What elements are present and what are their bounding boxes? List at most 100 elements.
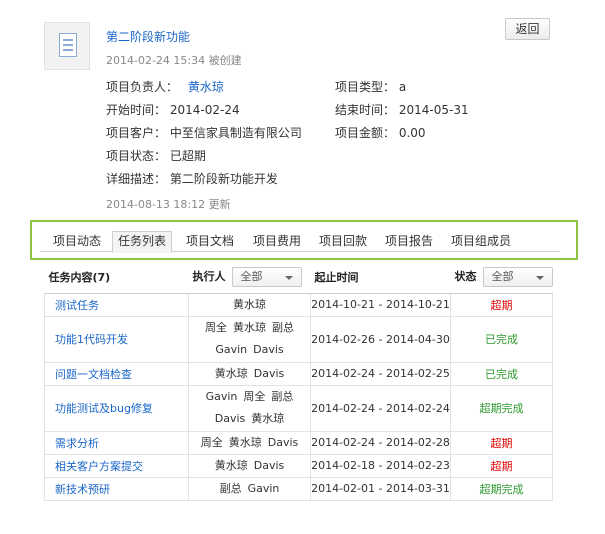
task-name-link[interactable]: 需求分析 (44, 430, 189, 455)
assignee-name: 黄水琼 (233, 321, 266, 334)
task-name-link[interactable]: 问题一文档检查 (44, 361, 189, 386)
assignee-name: 周全 (200, 435, 223, 449)
status-label: 项目状态： (106, 149, 167, 163)
end-value: 2014-05-31 (398, 103, 469, 117)
task-status: 超期 (450, 292, 553, 317)
assignee-name: Gavin (205, 390, 238, 403)
task-table: 任务内容(7) 执行人 全部 起止时间 状态 全部 测试任务 黄水琼 2014-10-2… (44, 261, 553, 501)
start-value: 2014-02-24 (169, 103, 240, 117)
tab-project-payments[interactable]: 项目回款 (314, 232, 372, 252)
document-icon (44, 22, 90, 70)
project-title[interactable]: 第二阶段新功能 (106, 28, 190, 45)
updated-time: 2014-08-13 18:12 更新 (106, 198, 231, 211)
assignee-line: 黄水琼 Davis (189, 455, 310, 477)
assignee-name: 副总 (219, 481, 242, 495)
client-value: 中至信家具制造有限公司 (169, 126, 302, 140)
assignee-name: 副总 (272, 321, 294, 334)
assignee-name: 黄水琼 (233, 297, 266, 311)
assignee-name: 黄水琼 (214, 458, 248, 472)
tab-project-docs[interactable]: 项目文档 (181, 232, 239, 252)
tab-strip: 项目动态 任务列表 项目文档 项目费用 项目回款 项目报告 项目组成员 (40, 230, 560, 253)
owner-row: 项目负责人： 黄水琼 (106, 78, 224, 94)
task-period: 2014-02-18 - 2014-02-23 (310, 453, 451, 478)
tab-project-activity[interactable]: 项目动态 (48, 232, 106, 252)
type-label: 项目类型： (335, 80, 396, 94)
task-period: 2014-02-24 - 2014-02-28 (310, 430, 451, 455)
assignee-name: Gavin (215, 343, 248, 356)
status-row: 项目状态： 已超期 (106, 147, 206, 163)
assignee-line: Gavin Davis (189, 339, 310, 361)
assignee-name: 黄水琼 (214, 366, 248, 380)
assignee-name: Gavin (247, 481, 280, 495)
assignee-line: 周全 黄水琼 副总 (189, 317, 310, 339)
task-name-link[interactable]: 测试任务 (44, 292, 189, 317)
assignee-name: Davis (253, 343, 284, 356)
task-period: 2014-02-24 - 2014-02-24 (310, 384, 451, 432)
assignee-line: 黄水琼 (189, 294, 310, 316)
assignee-name: 黄水琼 (228, 435, 262, 449)
assignee-name: Davis (214, 412, 246, 425)
table-row: 需求分析 周全 黄水琼 Davis 2014-02-24 - 2014-02-28 超期 (44, 430, 553, 455)
task-status: 超期 (450, 453, 553, 478)
task-status: 已完成 (450, 315, 553, 363)
table-row: 新技术预研 副总 Gavin 2014-02-01 - 2014-03-31 超期完成 (44, 476, 553, 501)
assignee-name: 副总 (271, 390, 294, 403)
amount-row: 项目金额： 0.00 (335, 124, 426, 140)
tab-project-reports[interactable]: 项目报告 (380, 232, 438, 252)
client-row: 项目客户： 中至信家具制造有限公司 (106, 124, 302, 140)
type-row: 项目类型： a (335, 78, 406, 94)
start-row: 开始时间： 2014-02-24 (106, 101, 240, 117)
end-row: 结束时间： 2014-05-31 (335, 101, 469, 117)
header-assignee: 执行人 全部 (188, 261, 311, 294)
type-value: a (398, 80, 407, 94)
desc-value: 第二阶段新功能开发 (169, 172, 278, 186)
header-period: 起止时间 (310, 261, 451, 294)
task-status: 已完成 (450, 361, 553, 386)
table-row: 功能测试及bug修复 Gavin 周全 副总 Davis 黄水琼 2014-02-24 - … (44, 384, 553, 432)
status-filter-value: 全部 (491, 269, 514, 283)
task-assignees: Gavin 周全 副总 Davis 黄水琼 (188, 384, 311, 432)
created-time: 2014-02-24 15:34 被创建 (106, 54, 242, 67)
table-row: 相关客户方案提交 黄水琼 Davis 2014-02-18 - 2014-02-23 超… (44, 453, 553, 478)
assignee-line: 周全 黄水琼 Davis (189, 432, 310, 454)
desc-row: 详细描述： 第二阶段新功能开发 (106, 170, 278, 186)
owner-link[interactable]: 黄水琼 (188, 80, 224, 94)
amount-label: 项目金额： (335, 126, 396, 140)
back-button[interactable]: 返回 (505, 18, 550, 40)
chevron-down-icon (535, 275, 544, 280)
task-assignees: 周全 黄水琼 Davis (188, 430, 311, 455)
task-period: 2014-02-01 - 2014-03-31 (310, 476, 451, 501)
table-header: 任务内容(7) 执行人 全部 起止时间 状态 全部 (44, 261, 553, 294)
assignee-name: Davis (253, 366, 285, 380)
owner-label: 项目负责人： (106, 80, 179, 94)
assignee-line: 黄水琼 Davis (189, 363, 310, 385)
tab-project-expenses[interactable]: 项目费用 (248, 232, 306, 252)
assignee-name: 黄水琼 (251, 412, 285, 425)
task-status: 超期 (450, 430, 553, 455)
assignee-name: Davis (267, 435, 299, 449)
client-label: 项目客户： (106, 126, 167, 140)
tab-project-members[interactable]: 项目组成员 (446, 232, 516, 252)
task-assignees: 副总 Gavin (188, 476, 311, 501)
table-row: 功能1代码开发 周全 黄水琼 副总 Gavin Davis 2014-02-26 - 201… (44, 315, 553, 363)
task-period: 2014-02-26 - 2014-04-30 (310, 315, 451, 363)
amount-value: 0.00 (398, 126, 426, 140)
header-assignee-label: 执行人 (192, 269, 226, 283)
end-label: 结束时间： (335, 103, 396, 117)
tab-task-list[interactable]: 任务列表 (112, 231, 173, 253)
header-status: 状态 全部 (450, 261, 553, 294)
status-filter[interactable]: 全部 (482, 266, 553, 287)
task-name-link[interactable]: 相关客户方案提交 (44, 453, 189, 478)
assignee-name: 周全 (205, 321, 227, 334)
task-name-link[interactable]: 功能1代码开发 (44, 315, 189, 363)
header-status-label: 状态 (454, 269, 477, 283)
task-assignees: 周全 黄水琼 副总 Gavin Davis (188, 315, 311, 363)
assignee-filter[interactable]: 全部 (231, 266, 302, 287)
task-status: 超期完成 (450, 384, 553, 432)
task-name-link[interactable]: 新技术预研 (44, 476, 189, 501)
task-assignees: 黄水琼 Davis (188, 361, 311, 386)
task-name-link[interactable]: 功能测试及bug修复 (44, 384, 189, 432)
task-status: 超期完成 (450, 476, 553, 501)
start-label: 开始时间： (106, 103, 167, 117)
header-task-name: 任务内容(7) (44, 261, 189, 294)
